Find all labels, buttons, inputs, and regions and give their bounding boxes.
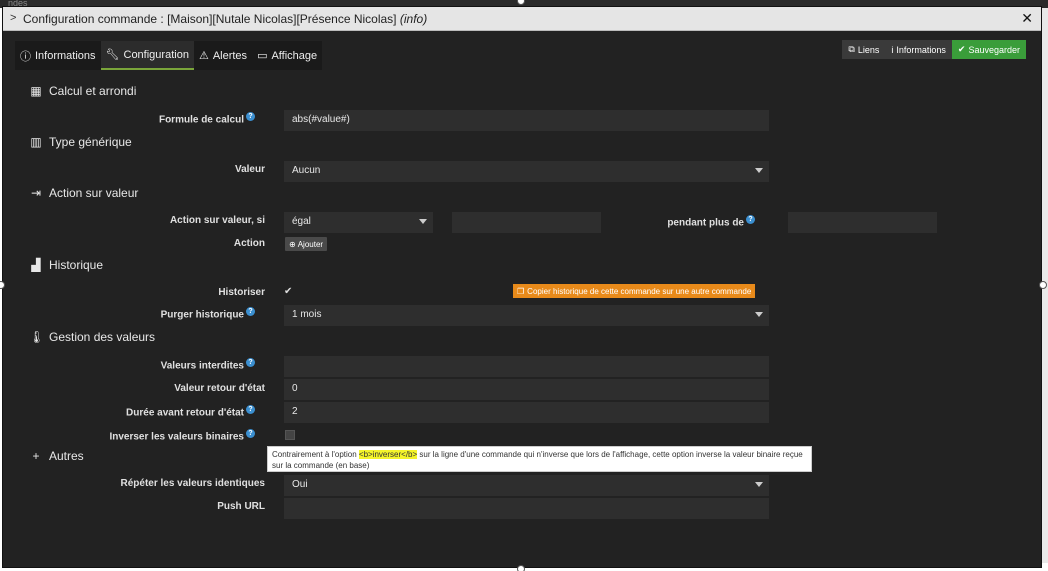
link-icon: ⧉ [848, 44, 855, 54]
inverser-label: Inverser les valeurs binaires? [20, 429, 255, 442]
tab-informations[interactable]: ⓘ Informations [15, 41, 101, 70]
section-type-generique: ▥ Type générique [30, 135, 132, 149]
tab-label: Informations [35, 49, 96, 62]
chevron-down-icon [755, 312, 763, 317]
liens-button[interactable]: ⧉ Liens [842, 40, 886, 59]
valeur-select[interactable]: Aucun [284, 161, 769, 182]
tab-label: Configuration [123, 48, 189, 61]
section-action-valeur: ⇥ Action sur valeur [30, 186, 139, 200]
tab-label: Affichage [271, 49, 318, 62]
inverser-tooltip: Contrairement à l'option <b>inverser</b>… [267, 446, 812, 472]
resize-handle-bottom[interactable] [517, 565, 525, 571]
retour-label: Valeur retour d'état [174, 383, 265, 394]
chevron-down-icon [755, 482, 763, 487]
pendant-label: pendant plus de? [520, 215, 755, 228]
duree-label: Durée avant retour d'état? [20, 405, 255, 418]
action-si-label: Action sur valeur, si [169, 215, 265, 226]
check-circle-icon: ✔ [957, 44, 966, 54]
historiser-checkbox[interactable]: ✔ [284, 287, 292, 297]
tab-alertes[interactable]: ⚠ Alertes [194, 41, 252, 70]
repeter-select[interactable]: Oui [284, 475, 769, 496]
thermometer-icon: 🌡︎ [29, 330, 45, 344]
section-historique: ▟ Historique [29, 258, 103, 272]
tab-configuration[interactable]: 🔧︎ Configuration [100, 41, 194, 70]
question-icon[interactable]: ? [246, 307, 255, 316]
table-icon: ▦ [30, 84, 42, 98]
action-si-select[interactable]: égal [284, 212, 433, 233]
plus-icon: + [32, 449, 40, 463]
tab-affichage[interactable]: ▭ Affichage [252, 41, 322, 70]
purger-select[interactable]: 1 mois [284, 305, 769, 326]
push-input[interactable] [284, 498, 769, 519]
interdites-input[interactable] [284, 356, 769, 377]
chevron-right-icon[interactable]: > [10, 12, 16, 24]
copy-icon: ❐ [517, 286, 525, 296]
warning-icon: ⚠ [198, 50, 209, 62]
interdites-label: Valeurs interdites? [20, 358, 255, 371]
copy-history-button[interactable]: ❐ Copier historique de cette commande su… [513, 284, 756, 298]
dialog-titlebar: > Configuration commande : [Maison][Nuta… [3, 7, 1041, 31]
action-label: Action [233, 238, 265, 249]
plus-circle-icon: ⊕ [289, 239, 296, 249]
formule-label: Formule de calcul? [20, 112, 255, 125]
historiser-label: Historiser [218, 287, 265, 298]
retour-input[interactable]: 0 [284, 379, 769, 400]
push-label: Push URL [217, 501, 265, 512]
pendant-input[interactable] [788, 212, 937, 233]
desktop-icon: ▭ [257, 50, 268, 62]
chevron-down-icon [755, 168, 763, 173]
tooltip-highlight: <b>inverser</b> [358, 450, 418, 459]
valeur-label: Valeur [234, 164, 265, 175]
tab-bar: ⓘ Informations 🔧︎ Configuration ⚠ Alerte… [15, 41, 323, 70]
info-icon: i [891, 44, 894, 55]
question-icon[interactable]: ? [246, 405, 255, 414]
add-action-button[interactable]: ⊕ Ajouter [285, 237, 328, 251]
building-icon: ▥ [30, 135, 42, 149]
resize-handle-right[interactable] [1039, 281, 1047, 289]
question-icon[interactable]: ? [246, 112, 255, 121]
question-icon[interactable]: ? [746, 215, 755, 224]
question-icon[interactable]: ? [246, 358, 255, 367]
section-autres: + Autres [29, 449, 83, 463]
purger-label: Purger historique? [20, 307, 255, 320]
duree-input[interactable]: 2 [284, 402, 769, 423]
formule-input[interactable]: abs(#value#) [284, 110, 769, 131]
tab-label: Alertes [212, 49, 248, 62]
wrench-icon: 🔧︎ [105, 49, 120, 61]
bar-chart-icon: ▟ [31, 258, 41, 272]
section-calcul: ▦ Calcul et arrondi [30, 84, 137, 98]
question-icon[interactable]: ? [246, 429, 255, 438]
save-button[interactable]: ✔ Sauvegarder [951, 40, 1026, 59]
sign-out-icon: ⇥ [30, 186, 42, 200]
close-icon[interactable]: ✕ [1021, 10, 1033, 27]
repeter-label: Répéter les valeurs identiques [120, 478, 265, 489]
informations-button[interactable]: i Informations [885, 40, 952, 59]
dialog-title: Configuration commande : [Maison][Nutale… [23, 12, 428, 26]
info-circle-icon: ⓘ [20, 50, 31, 63]
inverser-checkbox[interactable] [285, 430, 295, 440]
section-gestion: 🌡︎ Gestion des valeurs [29, 330, 156, 344]
chevron-down-icon [419, 219, 427, 224]
dialog-actions: ⧉ Liens i Informations ✔ Sauvegarder [842, 40, 1026, 59]
